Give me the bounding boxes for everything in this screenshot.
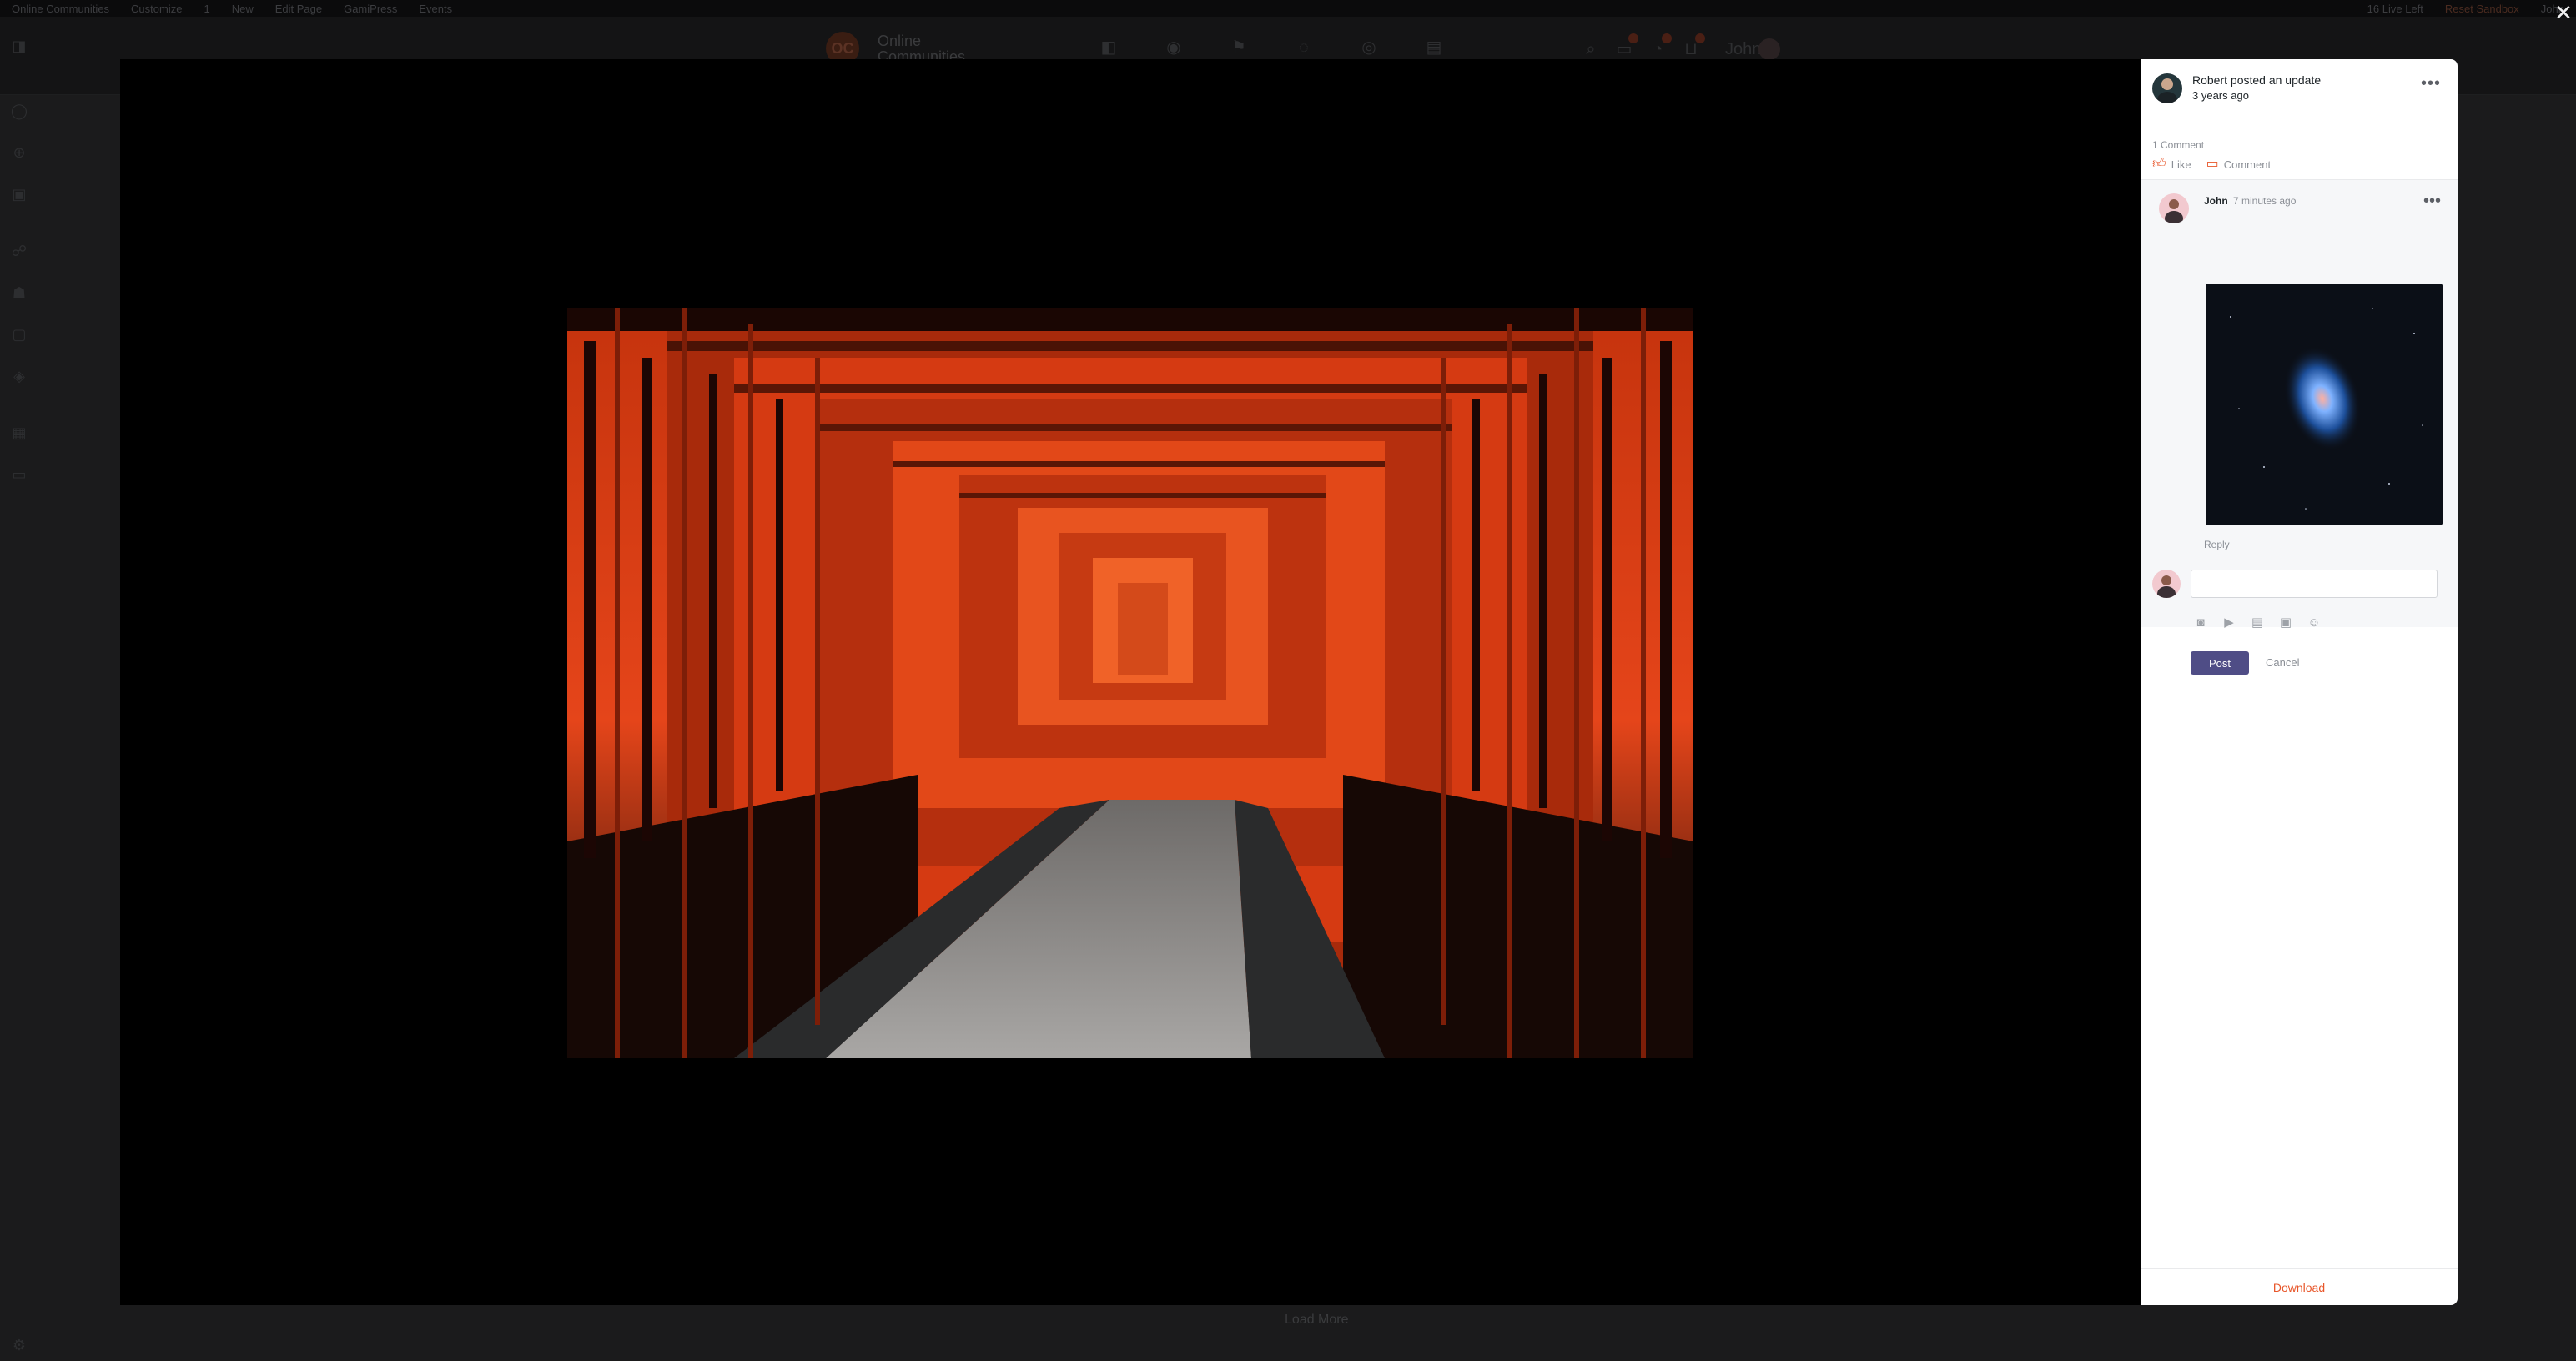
account-icon[interactable]: ⊕ [10, 143, 28, 162]
avatar[interactable] [2152, 73, 2182, 103]
post-author-line[interactable]: Robert posted an update [2192, 73, 2321, 88]
cancel-button[interactable]: Cancel [2266, 656, 2299, 669]
groups-rail-icon[interactable]: ☍ [10, 242, 28, 260]
reset-sandbox-link[interactable]: Reset Sandbox [2445, 3, 2519, 15]
like-button[interactable]: 👍︎ Like [2152, 158, 2191, 171]
panel-footer: Download [2141, 1268, 2458, 1305]
admin-bar-item[interactable]: Edit Page [275, 3, 322, 15]
video-icon[interactable]: ▶ [2221, 615, 2237, 631]
torii-gate-photo [567, 308, 1693, 1058]
notification-badge [1662, 33, 1672, 43]
comment-timestamp: 7 minutes ago [2233, 195, 2297, 207]
avatar [2152, 570, 2181, 598]
header-avatar[interactable] [1758, 38, 1780, 60]
document-icon[interactable]: ▤ [2249, 615, 2266, 631]
groups-icon[interactable]: ⚑ [1230, 38, 1248, 57]
notification-badge [1695, 33, 1705, 43]
admin-bar-item[interactable]: Events [419, 3, 452, 15]
load-more-button[interactable]: Load More [1285, 1313, 1349, 1328]
admin-bar-item[interactable]: New [232, 3, 254, 15]
primary-nav: ◧ ◉ ⚑ ◌ ◎ ▤ [1099, 38, 1443, 57]
thumbs-up-icon: 👍︎ [2152, 157, 2166, 171]
admin-bar-item[interactable]: GamiPress [344, 3, 397, 15]
download-button[interactable]: Download [2141, 1281, 2458, 1294]
comment-author[interactable]: John [2204, 195, 2228, 207]
members-icon[interactable]: ◉ [1165, 38, 1183, 57]
comment-attachment-tools: ◙ ▶ ▤ ▣ ☺ [2192, 615, 2322, 631]
admin-bar-right: 16 Live Left Reset Sandbox John [2367, 3, 2564, 15]
courses-rail-icon[interactable]: ☗ [10, 284, 28, 302]
cart-icon[interactable]: ⊔ [1682, 33, 1705, 58]
camera-icon[interactable]: ◙ [2192, 615, 2209, 631]
emoji-icon[interactable]: ☺ [2306, 615, 2322, 631]
header-user-name[interactable]: John [1725, 40, 1761, 58]
achievements-icon[interactable]: ◈ [10, 367, 28, 385]
admin-bar-item[interactable]: 16 Live Left [2367, 3, 2423, 15]
photos-icon[interactable]: ▦ [10, 424, 28, 442]
post-actions: 👍︎ Like ▭ Comment [2152, 158, 2286, 171]
forums-icon[interactable]: ◌ [1295, 38, 1313, 57]
comment-more-options-icon[interactable]: ••• [2423, 193, 2441, 209]
left-rail: ◨ ◯ ⊕ ▣ ☍ ☗ ▢ ◈ ▦ ▭ ⚙ [0, 17, 38, 1361]
reply-form: ◙ ▶ ▤ ▣ ☺ Post Cancel [2141, 556, 2458, 677]
close-icon[interactable]: ✕ [2553, 2, 2574, 23]
admin-bar-item[interactable]: 1 [204, 3, 209, 15]
settings-icon[interactable]: ⚙ [10, 1336, 28, 1354]
search-icon[interactable]: ⌕ [1582, 40, 1600, 58]
comment-attachment-image[interactable] [2206, 284, 2443, 525]
post-header: Robert posted an update 3 years ago [2152, 73, 2321, 104]
messages-icon[interactable]: ▭ [1615, 33, 1638, 58]
like-label: Like [2171, 158, 2191, 171]
comment-input[interactable] [2191, 570, 2438, 598]
documents-icon[interactable]: ▭ [10, 465, 28, 484]
notification-badge [1628, 33, 1638, 43]
media-viewer [120, 59, 2141, 1305]
post-timestamp[interactable]: 3 years ago [2192, 88, 2321, 104]
comment-count[interactable]: 1 Comment [2152, 139, 2204, 151]
avatar[interactable] [2159, 193, 2189, 223]
comment-label: Comment [2223, 158, 2272, 171]
profile-icon[interactable]: ◯ [10, 102, 28, 120]
post-button[interactable]: Post [2191, 651, 2249, 675]
admin-bar-item[interactable]: Customize [131, 3, 182, 15]
admin-bar: Online Communities Customize 1 New Edit … [0, 0, 2576, 17]
comment-button[interactable]: ▭ Comment [2206, 158, 2271, 171]
gif-icon[interactable]: ▣ [2277, 615, 2294, 631]
admin-bar-item[interactable]: Online Communities [12, 3, 109, 15]
more-options-icon[interactable]: ••• [2421, 75, 2441, 92]
notifications-icon[interactable]: ◔ [1648, 33, 1672, 58]
forums-rail-icon[interactable]: ▢ [10, 325, 28, 344]
events-icon[interactable]: ▤ [1425, 38, 1443, 57]
activity-icon[interactable]: ◧ [1099, 38, 1118, 57]
lightbox-sidebar: Robert posted an update 3 years ago ••• … [2141, 59, 2458, 1305]
timeline-icon[interactable]: ▣ [10, 185, 28, 203]
toggle-sidebar-icon[interactable]: ◨ [10, 37, 28, 55]
post-meta: Robert posted an update 3 years ago [2192, 73, 2321, 104]
comment-header: John 7 minutes ago [2204, 195, 2296, 207]
nebula-image [2206, 284, 2443, 525]
lightbox-photo[interactable] [567, 308, 1693, 1058]
comment-bubble-icon: ▭ [2206, 157, 2219, 171]
reply-link[interactable]: Reply [2204, 539, 2230, 550]
header-actions: ⌕ ▭ ◔ ⊔ John [1582, 33, 1780, 60]
courses-icon[interactable]: ◎ [1360, 38, 1378, 57]
